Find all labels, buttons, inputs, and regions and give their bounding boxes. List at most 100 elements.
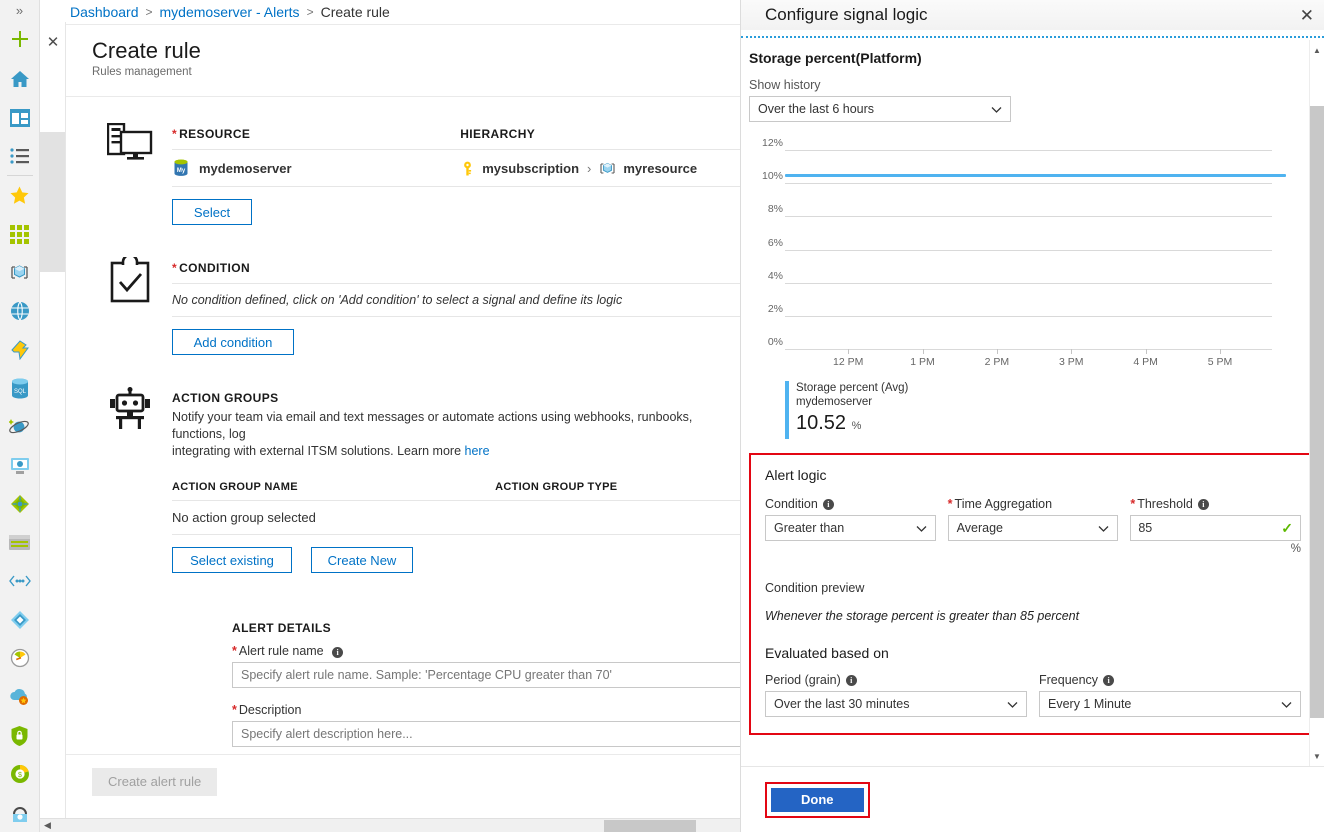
period-value: Over the last 30 minutes bbox=[774, 697, 910, 711]
required-marker: * bbox=[172, 127, 178, 141]
condition-value: Greater than bbox=[774, 521, 845, 535]
done-button[interactable]: Done bbox=[770, 786, 865, 813]
info-icon[interactable]: i bbox=[822, 498, 834, 510]
action-groups-section: ACTION GROUPS Notify your team via email… bbox=[66, 387, 740, 573]
select-resource-button[interactable]: Select bbox=[172, 199, 252, 225]
cost-management-icon: $ bbox=[10, 765, 29, 784]
resource-group-icon bbox=[11, 265, 28, 279]
learn-more-link[interactable]: here bbox=[465, 444, 490, 458]
sidebar-item-advisor[interactable] bbox=[0, 678, 40, 717]
page-subtitle: Rules management bbox=[92, 66, 192, 78]
panel-scroll-area: Storage percent(Platform) Show history O… bbox=[741, 40, 1324, 766]
sidebar-item-function-apps[interactable] bbox=[0, 331, 40, 370]
breadcrumb-item-alerts[interactable]: mydemoserver - Alerts bbox=[160, 4, 300, 20]
list-icon bbox=[9, 148, 29, 164]
sidebar-item-favorites[interactable] bbox=[0, 176, 40, 215]
sidebar-item-app-services[interactable] bbox=[0, 292, 40, 331]
add-condition-button[interactable]: Add condition bbox=[172, 329, 294, 355]
close-icon[interactable]: ✕ bbox=[1300, 7, 1314, 24]
hierarchy-subscription: mysubscription bbox=[482, 160, 580, 176]
sidebar-item-azure-active-directory[interactable] bbox=[0, 601, 40, 640]
breadcrumb-item-dashboard[interactable]: Dashboard bbox=[70, 4, 139, 20]
info-icon[interactable]: i bbox=[845, 674, 857, 686]
scroll-left-arrow[interactable]: ◀ bbox=[44, 820, 51, 831]
hierarchy-separator: › bbox=[587, 160, 592, 176]
chart-x-tick bbox=[1071, 349, 1073, 354]
lightning-bolt-icon bbox=[10, 340, 29, 360]
breadcrumb-separator: > bbox=[145, 5, 153, 19]
resource-group-icon bbox=[600, 162, 615, 174]
sidebar-item-security-center[interactable] bbox=[0, 716, 40, 755]
sidebar-item-virtual-machines[interactable] bbox=[0, 446, 40, 485]
chart-y-tick-label: 0% bbox=[767, 336, 783, 348]
sidebar-item-resource-groups[interactable] bbox=[0, 254, 40, 293]
sidebar-item-all-resources[interactable] bbox=[0, 215, 40, 254]
period-select[interactable]: Over the last 30 minutes bbox=[765, 691, 1027, 717]
sidebar-item-azure-cosmos-db[interactable] bbox=[0, 408, 40, 447]
chart-x-tick bbox=[1219, 349, 1221, 354]
panel-vertical-scrollbar[interactable]: ▲ ▼ bbox=[1309, 40, 1324, 766]
chart-x-tick-label: 12 PM bbox=[833, 356, 864, 368]
info-icon[interactable]: i bbox=[1197, 498, 1209, 510]
chart-gridline bbox=[785, 315, 1272, 317]
info-icon[interactable]: i bbox=[332, 647, 344, 658]
sidebar-item-storage-accounts[interactable] bbox=[0, 523, 40, 562]
chart-legend: Storage percent (Avg) mydemoserver 10.52… bbox=[749, 381, 1301, 439]
create-alert-rule-button[interactable]: Create alert rule bbox=[92, 767, 218, 796]
chevron-down-icon bbox=[1098, 525, 1109, 532]
sidebar-item-monitor[interactable] bbox=[0, 639, 40, 678]
sidebar-item-virtual-networks[interactable] bbox=[0, 562, 40, 601]
legend-series-name: Storage percent (Avg) bbox=[796, 382, 909, 394]
horizontal-scroll-thumb[interactable] bbox=[604, 820, 696, 832]
alert-rule-name-input[interactable] bbox=[232, 662, 740, 688]
virtual-network-icon bbox=[8, 575, 31, 587]
threshold-input[interactable]: 85 ✓ bbox=[1130, 515, 1302, 541]
virtual-machine-icon bbox=[10, 457, 29, 474]
sidebar-item-dashboard[interactable] bbox=[0, 98, 40, 137]
storage-percent-chart: 12% 10% 8% 6% 4% 2% 0% 12 PM 1 PM 2 PM 3 PM 4 PM 5 … bbox=[749, 136, 1301, 368]
storage-account-icon bbox=[9, 535, 30, 551]
expand-rail-button[interactable]: » bbox=[0, 0, 40, 21]
close-blade-button[interactable]: ✕ bbox=[40, 22, 66, 62]
select-existing-button[interactable]: Select existing bbox=[172, 547, 292, 573]
chart-gridline bbox=[785, 216, 1272, 218]
chart-y-tick-label: 4% bbox=[767, 269, 783, 282]
alert-rule-name-label: * Alert rule name i bbox=[232, 644, 740, 658]
horizontal-scrollbar[interactable]: ◀ bbox=[40, 818, 740, 832]
action-groups-heading: ACTION GROUPS bbox=[172, 391, 279, 405]
clipboard-check-icon bbox=[110, 257, 150, 303]
description-input[interactable] bbox=[232, 721, 740, 747]
panel-scroll-thumb[interactable] bbox=[1310, 106, 1324, 718]
evaluation-fields: Period (grain) i Over the last 30 minutes… bbox=[765, 673, 1301, 717]
scroll-up-arrow[interactable]: ▲ bbox=[1310, 42, 1324, 58]
alert-details-section: ALERT DETAILS *Alert rule name i *Descri… bbox=[66, 621, 740, 747]
col-action-group-type: ACTION GROUP TYPE bbox=[495, 481, 618, 493]
sidebar-item-create-resource[interactable] bbox=[0, 21, 40, 60]
condition-select[interactable]: Greater than bbox=[765, 515, 936, 541]
alert-logic-fields: Condition i Greater than * Time Aggregatio… bbox=[765, 497, 1302, 555]
time-aggregation-select[interactable]: Average bbox=[947, 515, 1119, 541]
alert-logic-heading: Alert logic bbox=[765, 467, 827, 483]
sidebar-item-home[interactable] bbox=[0, 60, 40, 99]
sidebar-item-sql-databases[interactable]: SQL bbox=[0, 369, 40, 408]
key-icon bbox=[464, 161, 472, 175]
frequency-select[interactable]: Every 1 Minute bbox=[1039, 691, 1301, 717]
load-balancer-icon bbox=[10, 495, 29, 514]
legend-color-swatch bbox=[785, 381, 789, 439]
create-new-action-group-button[interactable]: Create New bbox=[311, 547, 413, 573]
scroll-down-arrow[interactable]: ▼ bbox=[1310, 748, 1324, 764]
sidebar-item-load-balancers[interactable] bbox=[0, 485, 40, 524]
resource-section-icon bbox=[102, 123, 158, 175]
condition-heading: * CONDITION bbox=[172, 261, 251, 275]
info-icon[interactable]: i bbox=[1103, 674, 1115, 686]
action-groups-empty-row: No action group selected bbox=[172, 510, 316, 525]
show-history-select[interactable]: Over the last 6 hours bbox=[749, 96, 1011, 122]
resource-name: mydemoserver bbox=[199, 160, 292, 176]
action-groups-section-icon bbox=[102, 387, 158, 439]
chart-x-tick-label: 1 PM bbox=[910, 356, 935, 368]
required-marker: * bbox=[1130, 497, 1136, 511]
blade-strip-scroll-thumb[interactable] bbox=[40, 132, 65, 272]
sidebar-item-help-and-support[interactable] bbox=[0, 793, 40, 832]
sidebar-item-cost-management[interactable]: $ bbox=[0, 755, 40, 794]
sidebar-item-all-services[interactable] bbox=[0, 137, 40, 176]
